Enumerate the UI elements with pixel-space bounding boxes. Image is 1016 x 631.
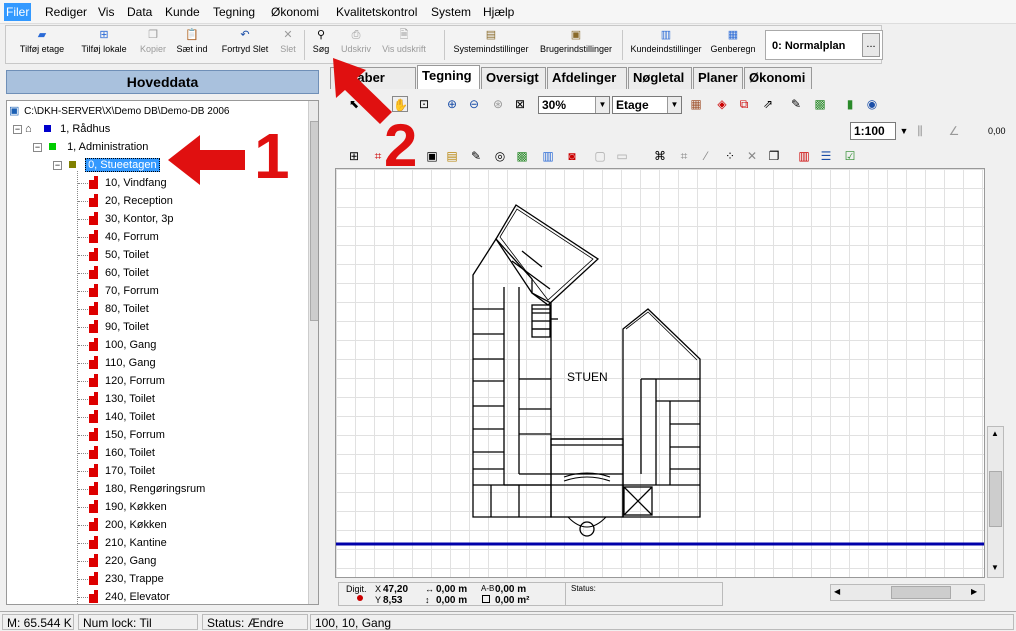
annotation-layer (168, 58, 392, 185)
annotation-1: 1 (254, 120, 290, 192)
annotation-2: 2 (384, 112, 418, 179)
arrow-1-icon (168, 135, 245, 185)
